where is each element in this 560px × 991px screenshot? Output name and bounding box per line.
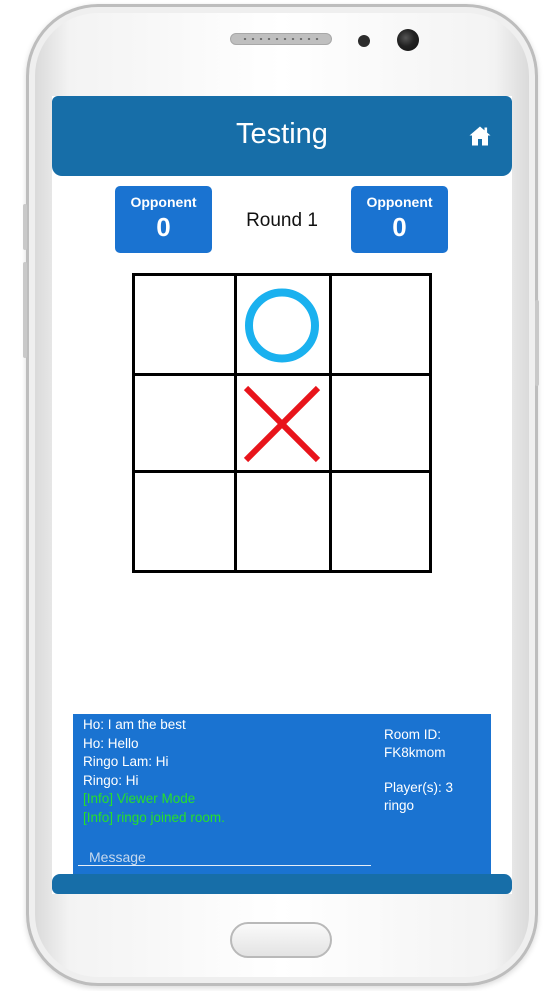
chat-panel: Ho: I am the best Ho: Hello Ringo Lam: H… [73,714,491,876]
chat-message: Ringo: Hi [83,772,139,788]
chat-message: Ho: I am the best [83,717,186,732]
o-mark [245,288,319,363]
home-icon[interactable] [468,124,492,148]
bottom-bar [52,874,512,894]
tic-tac-toe-board [132,273,432,573]
board-cell[interactable] [329,273,432,373]
opponent-score-left: Opponent 0 [115,186,212,253]
x-mark [243,385,321,463]
chat-messages: Ho: I am the best Ho: Hello Ringo Lam: H… [83,716,373,828]
round-label: Round 1 [246,210,318,231]
player-count: Player(s): 3 [384,780,454,795]
room-id-label: Room ID: [384,727,442,742]
opponent-score-value: 0 [156,212,171,242]
board-cell[interactable] [234,470,329,573]
board-cell[interactable] [132,373,234,470]
opponent-score-value: 0 [392,212,407,242]
room-id-value: FK8kmom [384,745,446,760]
opponent-score-right: Opponent 0 [351,186,448,253]
board-cell[interactable] [329,470,432,573]
app-title: Testing [236,118,328,150]
chat-info-message: [Info] Viewer Mode [83,791,196,807]
chat-message: Ho: Hello [83,735,139,751]
proximity-sensor [358,35,370,47]
app-bar: Testing [52,96,512,176]
room-info: Room ID: FK8kmom Player(s): 3 ringo [384,726,484,815]
chat-info-message: [Info] ringo joined room. [83,809,225,825]
chat-message: Ringo Lam: Hi [83,754,169,770]
board-cell[interactable] [132,470,234,573]
opponent-label: Opponent [366,194,433,210]
front-camera [397,29,419,51]
player-name: ringo [384,798,415,813]
home-hardware-button[interactable] [230,922,332,958]
board-cell[interactable] [234,373,329,470]
earpiece-speaker [230,33,332,45]
volume-button [23,262,27,358]
opponent-label: Opponent [130,194,197,210]
message-input[interactable] [78,848,371,866]
power-button [23,204,27,250]
board-cell[interactable] [132,273,234,373]
board-cell[interactable] [234,273,329,373]
app-screen: Testing Opponent 0 Round 1 Opponent 0 Ho… [52,96,512,894]
board-cell[interactable] [329,373,432,470]
side-button-right [535,300,539,386]
